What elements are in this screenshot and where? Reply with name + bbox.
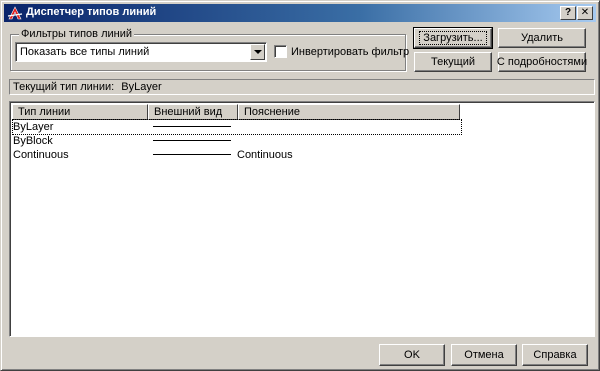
invert-filter-label[interactable]: Инвертировать фильтр (291, 46, 409, 58)
table-row[interactable]: ByBlock (13, 134, 461, 148)
current-linetype-value: ByLayer (121, 81, 162, 93)
column-header-appearance[interactable]: Внешний вид (148, 104, 238, 120)
current-linetype-bar: Текущий тип линии: ByLayer (9, 79, 595, 95)
linetype-list[interactable]: Тип линии Внешний вид Пояснение ByLayer … (9, 101, 595, 337)
linetype-description: Continuous (237, 149, 293, 161)
invert-filter-checkbox[interactable] (274, 45, 287, 58)
show-details-button[interactable]: С подробностями (497, 52, 587, 72)
help-button[interactable]: Справка (522, 344, 588, 366)
linetype-sample-line (153, 126, 231, 127)
linetype-name: ByBlock (13, 135, 53, 147)
set-current-button[interactable]: Текущий (414, 52, 492, 72)
filter-select-value: Показать все типы линий (20, 46, 150, 58)
linetype-filters-label: Фильтры типов линий (19, 28, 134, 40)
close-button[interactable]: ✕ (577, 6, 593, 20)
linetype-sample-line (153, 140, 231, 141)
linetype-manager-dialog: Диспетчер типов линий ? ✕ Фильтры типов … (0, 0, 600, 371)
help-question-button[interactable]: ? (560, 6, 576, 20)
current-linetype-text: Текущий тип линии: ByLayer (13, 81, 162, 93)
cancel-button[interactable]: Отмена (451, 344, 517, 366)
linetype-sample-line (153, 154, 231, 155)
load-button-label: Загрузить... (419, 31, 487, 45)
column-header-linetype[interactable]: Тип линии (12, 104, 148, 120)
table-row[interactable]: Continuous Continuous (13, 148, 461, 162)
filter-select[interactable]: Показать все типы линий (15, 42, 267, 62)
column-header-description[interactable]: Пояснение (238, 104, 460, 120)
table-row[interactable]: ByLayer (12, 119, 462, 135)
chevron-down-icon[interactable] (250, 44, 265, 60)
load-button[interactable]: Загрузить... (413, 27, 493, 49)
delete-button[interactable]: Удалить (498, 28, 586, 48)
ok-button[interactable]: OK (379, 344, 445, 366)
linetype-name: Continuous (13, 149, 69, 161)
linetype-name: ByLayer (13, 121, 54, 133)
list-header: Тип линии Внешний вид Пояснение (12, 104, 592, 120)
title-bar[interactable]: Диспетчер типов линий ? ✕ (4, 4, 596, 22)
current-linetype-label: Текущий тип линии: (13, 81, 115, 93)
window-title: Диспетчер типов линий (26, 6, 157, 18)
autocad-app-icon (7, 6, 23, 20)
